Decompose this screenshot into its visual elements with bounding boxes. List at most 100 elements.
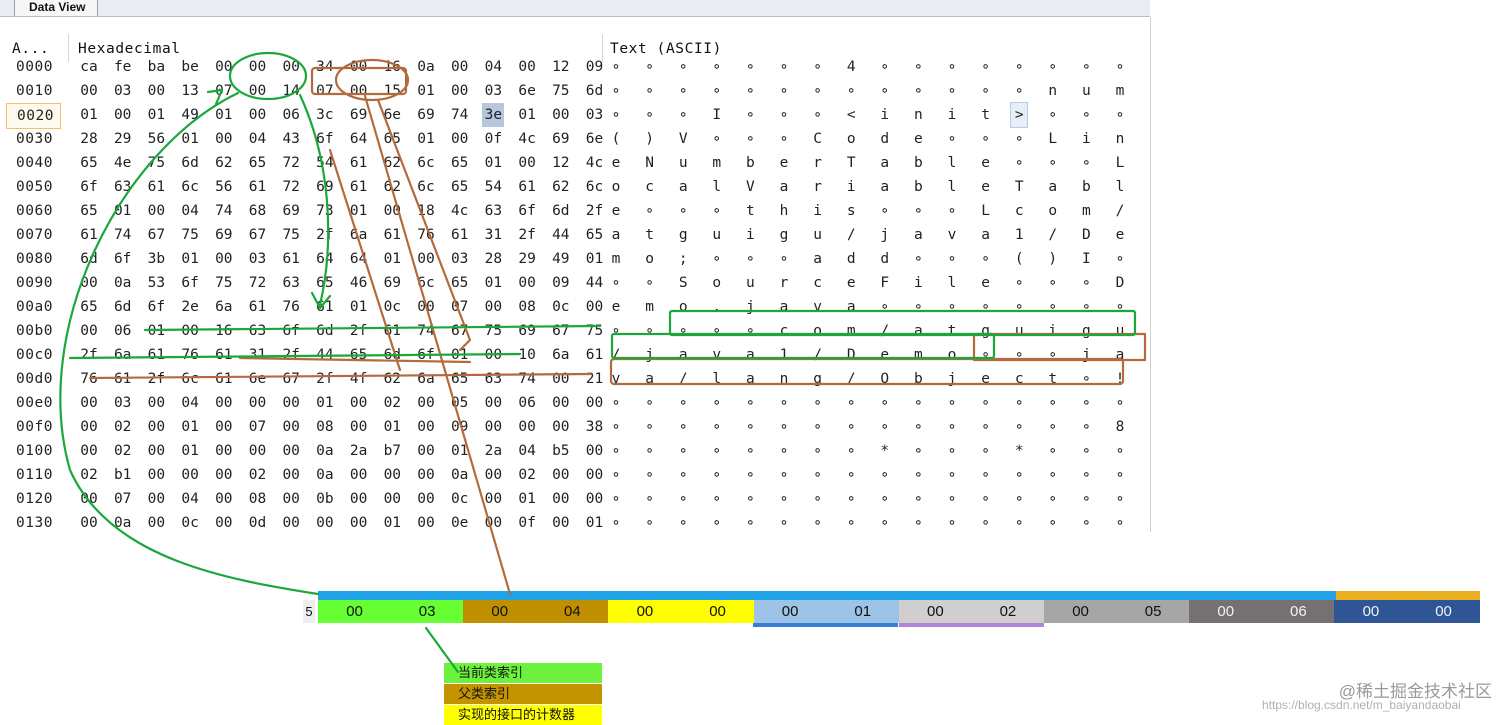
hex-byte[interactable]: 75 [145, 151, 167, 175]
hex-byte[interactable]: 62 [381, 175, 403, 199]
ascii-char[interactable]: e [978, 367, 994, 391]
hex-byte[interactable]: 01 [348, 199, 370, 223]
ascii-char[interactable]: e [910, 127, 926, 151]
hex-byte[interactable]: 38 [584, 415, 606, 439]
ascii-char[interactable]: ∘ [1011, 127, 1027, 151]
row-address[interactable]: 0080 [16, 247, 53, 271]
hex-byte[interactable]: 03 [482, 79, 504, 103]
ascii-char[interactable]: ∘ [1078, 367, 1094, 391]
hex-byte[interactable]: 21 [584, 367, 606, 391]
ascii-char[interactable]: ∘ [944, 199, 960, 223]
hex-byte[interactable]: 00 [314, 511, 336, 535]
ascii-char[interactable]: ∘ [910, 247, 926, 271]
ascii-char[interactable]: ∘ [877, 79, 893, 103]
ascii-char[interactable]: ∘ [776, 511, 792, 535]
hex-byte[interactable]: 01 [415, 79, 437, 103]
hex-byte[interactable]: 4e [112, 151, 134, 175]
ascii-char[interactable]: m [1112, 79, 1128, 103]
hex-byte[interactable]: 00 [78, 415, 100, 439]
ascii-char[interactable]: L [1045, 127, 1061, 151]
hex-byte[interactable]: b1 [112, 463, 134, 487]
hex-byte[interactable]: 61 [280, 247, 302, 271]
ascii-char[interactable]: / [843, 223, 859, 247]
ascii-char[interactable]: ∘ [742, 127, 758, 151]
ascii-char[interactable]: ∘ [642, 415, 658, 439]
ascii-char[interactable]: ∘ [675, 463, 691, 487]
ascii-char[interactable]: b [910, 151, 926, 175]
hex-byte[interactable]: 46 [348, 271, 370, 295]
hex-byte[interactable]: 00 [213, 511, 235, 535]
ascii-char[interactable]: ∘ [944, 55, 960, 79]
ascii-char[interactable]: ∘ [978, 487, 994, 511]
ascii-char[interactable]: D [1078, 223, 1094, 247]
ascii-char[interactable]: ∘ [1112, 391, 1128, 415]
ascii-char[interactable]: o [709, 271, 725, 295]
hex-byte[interactable]: 6d [78, 247, 100, 271]
ascii-char[interactable]: m [1078, 199, 1094, 223]
hex-byte[interactable]: 61 [348, 175, 370, 199]
hex-byte[interactable]: 65 [449, 367, 471, 391]
hex-byte[interactable]: 49 [550, 247, 572, 271]
ascii-char[interactable]: ∘ [675, 391, 691, 415]
hex-byte[interactable]: 6e [584, 127, 606, 151]
hex-byte[interactable]: 00 [482, 487, 504, 511]
ascii-char[interactable]: j [742, 295, 758, 319]
hex-byte[interactable]: 00 [415, 463, 437, 487]
ascii-char[interactable]: a [642, 367, 658, 391]
hex-byte[interactable]: 63 [112, 175, 134, 199]
ascii-char[interactable]: ∘ [944, 295, 960, 319]
ascii-char[interactable]: m [709, 151, 725, 175]
ascii-char[interactable]: ∘ [742, 55, 758, 79]
hex-byte[interactable]: 00 [247, 439, 269, 463]
ascii-char[interactable]: ∘ [843, 487, 859, 511]
hex-byte[interactable]: 62 [381, 151, 403, 175]
hex-byte[interactable]: 6f [145, 295, 167, 319]
hex-byte[interactable]: b5 [550, 439, 572, 463]
ascii-char[interactable]: ∘ [675, 319, 691, 343]
ascii-char[interactable]: ∘ [776, 439, 792, 463]
hex-byte[interactable]: 6a [213, 295, 235, 319]
ascii-char[interactable]: D [843, 343, 859, 367]
hex-byte[interactable]: 75 [584, 319, 606, 343]
hex-byte[interactable]: 49 [179, 103, 201, 127]
hex-byte[interactable]: 0c [550, 295, 572, 319]
ascii-char[interactable]: o [944, 343, 960, 367]
ascii-char[interactable]: d [877, 127, 893, 151]
hex-byte[interactable]: 00 [348, 79, 370, 103]
hex-byte[interactable]: 65 [78, 295, 100, 319]
ascii-char[interactable]: ∘ [1045, 487, 1061, 511]
ascii-char[interactable]: ∘ [776, 391, 792, 415]
ascii-char[interactable]: u [675, 151, 691, 175]
hex-byte[interactable]: 00 [78, 511, 100, 535]
ascii-char[interactable]: ∘ [675, 103, 691, 127]
hex-byte[interactable]: 00 [247, 55, 269, 79]
ascii-char[interactable]: ∘ [810, 391, 826, 415]
hex-byte[interactable]: 69 [213, 223, 235, 247]
ascii-char[interactable]: e [978, 175, 994, 199]
ascii-char[interactable]: / [608, 343, 624, 367]
hex-byte[interactable]: 6d [179, 151, 201, 175]
hex-byte[interactable]: 00 [550, 415, 572, 439]
hex-byte[interactable]: 00 [280, 439, 302, 463]
row-address[interactable]: 0060 [16, 199, 53, 223]
ascii-char[interactable]: m [642, 295, 658, 319]
ascii-char[interactable]: ∘ [742, 79, 758, 103]
ascii-char[interactable]: ( [1011, 247, 1027, 271]
ascii-char[interactable]: ∘ [978, 295, 994, 319]
ascii-char[interactable]: ∘ [978, 511, 994, 535]
hex-byte[interactable]: 54 [482, 175, 504, 199]
ascii-char[interactable]: g [810, 367, 826, 391]
ascii-char[interactable]: ∘ [675, 511, 691, 535]
hex-byte[interactable]: 00 [112, 103, 134, 127]
ascii-char[interactable]: ∘ [810, 487, 826, 511]
hex-byte[interactable]: 00 [247, 391, 269, 415]
ascii-char[interactable]: / [675, 367, 691, 391]
ascii-char[interactable]: ∘ [1112, 463, 1128, 487]
hex-byte[interactable]: 67 [247, 223, 269, 247]
hex-byte[interactable]: ca [78, 55, 100, 79]
ascii-char[interactable]: ∘ [877, 415, 893, 439]
hex-byte[interactable]: 00 [381, 487, 403, 511]
row-address[interactable]: 00e0 [16, 391, 53, 415]
ascii-char[interactable]: c [1011, 367, 1027, 391]
hex-byte[interactable]: 2f [314, 367, 336, 391]
